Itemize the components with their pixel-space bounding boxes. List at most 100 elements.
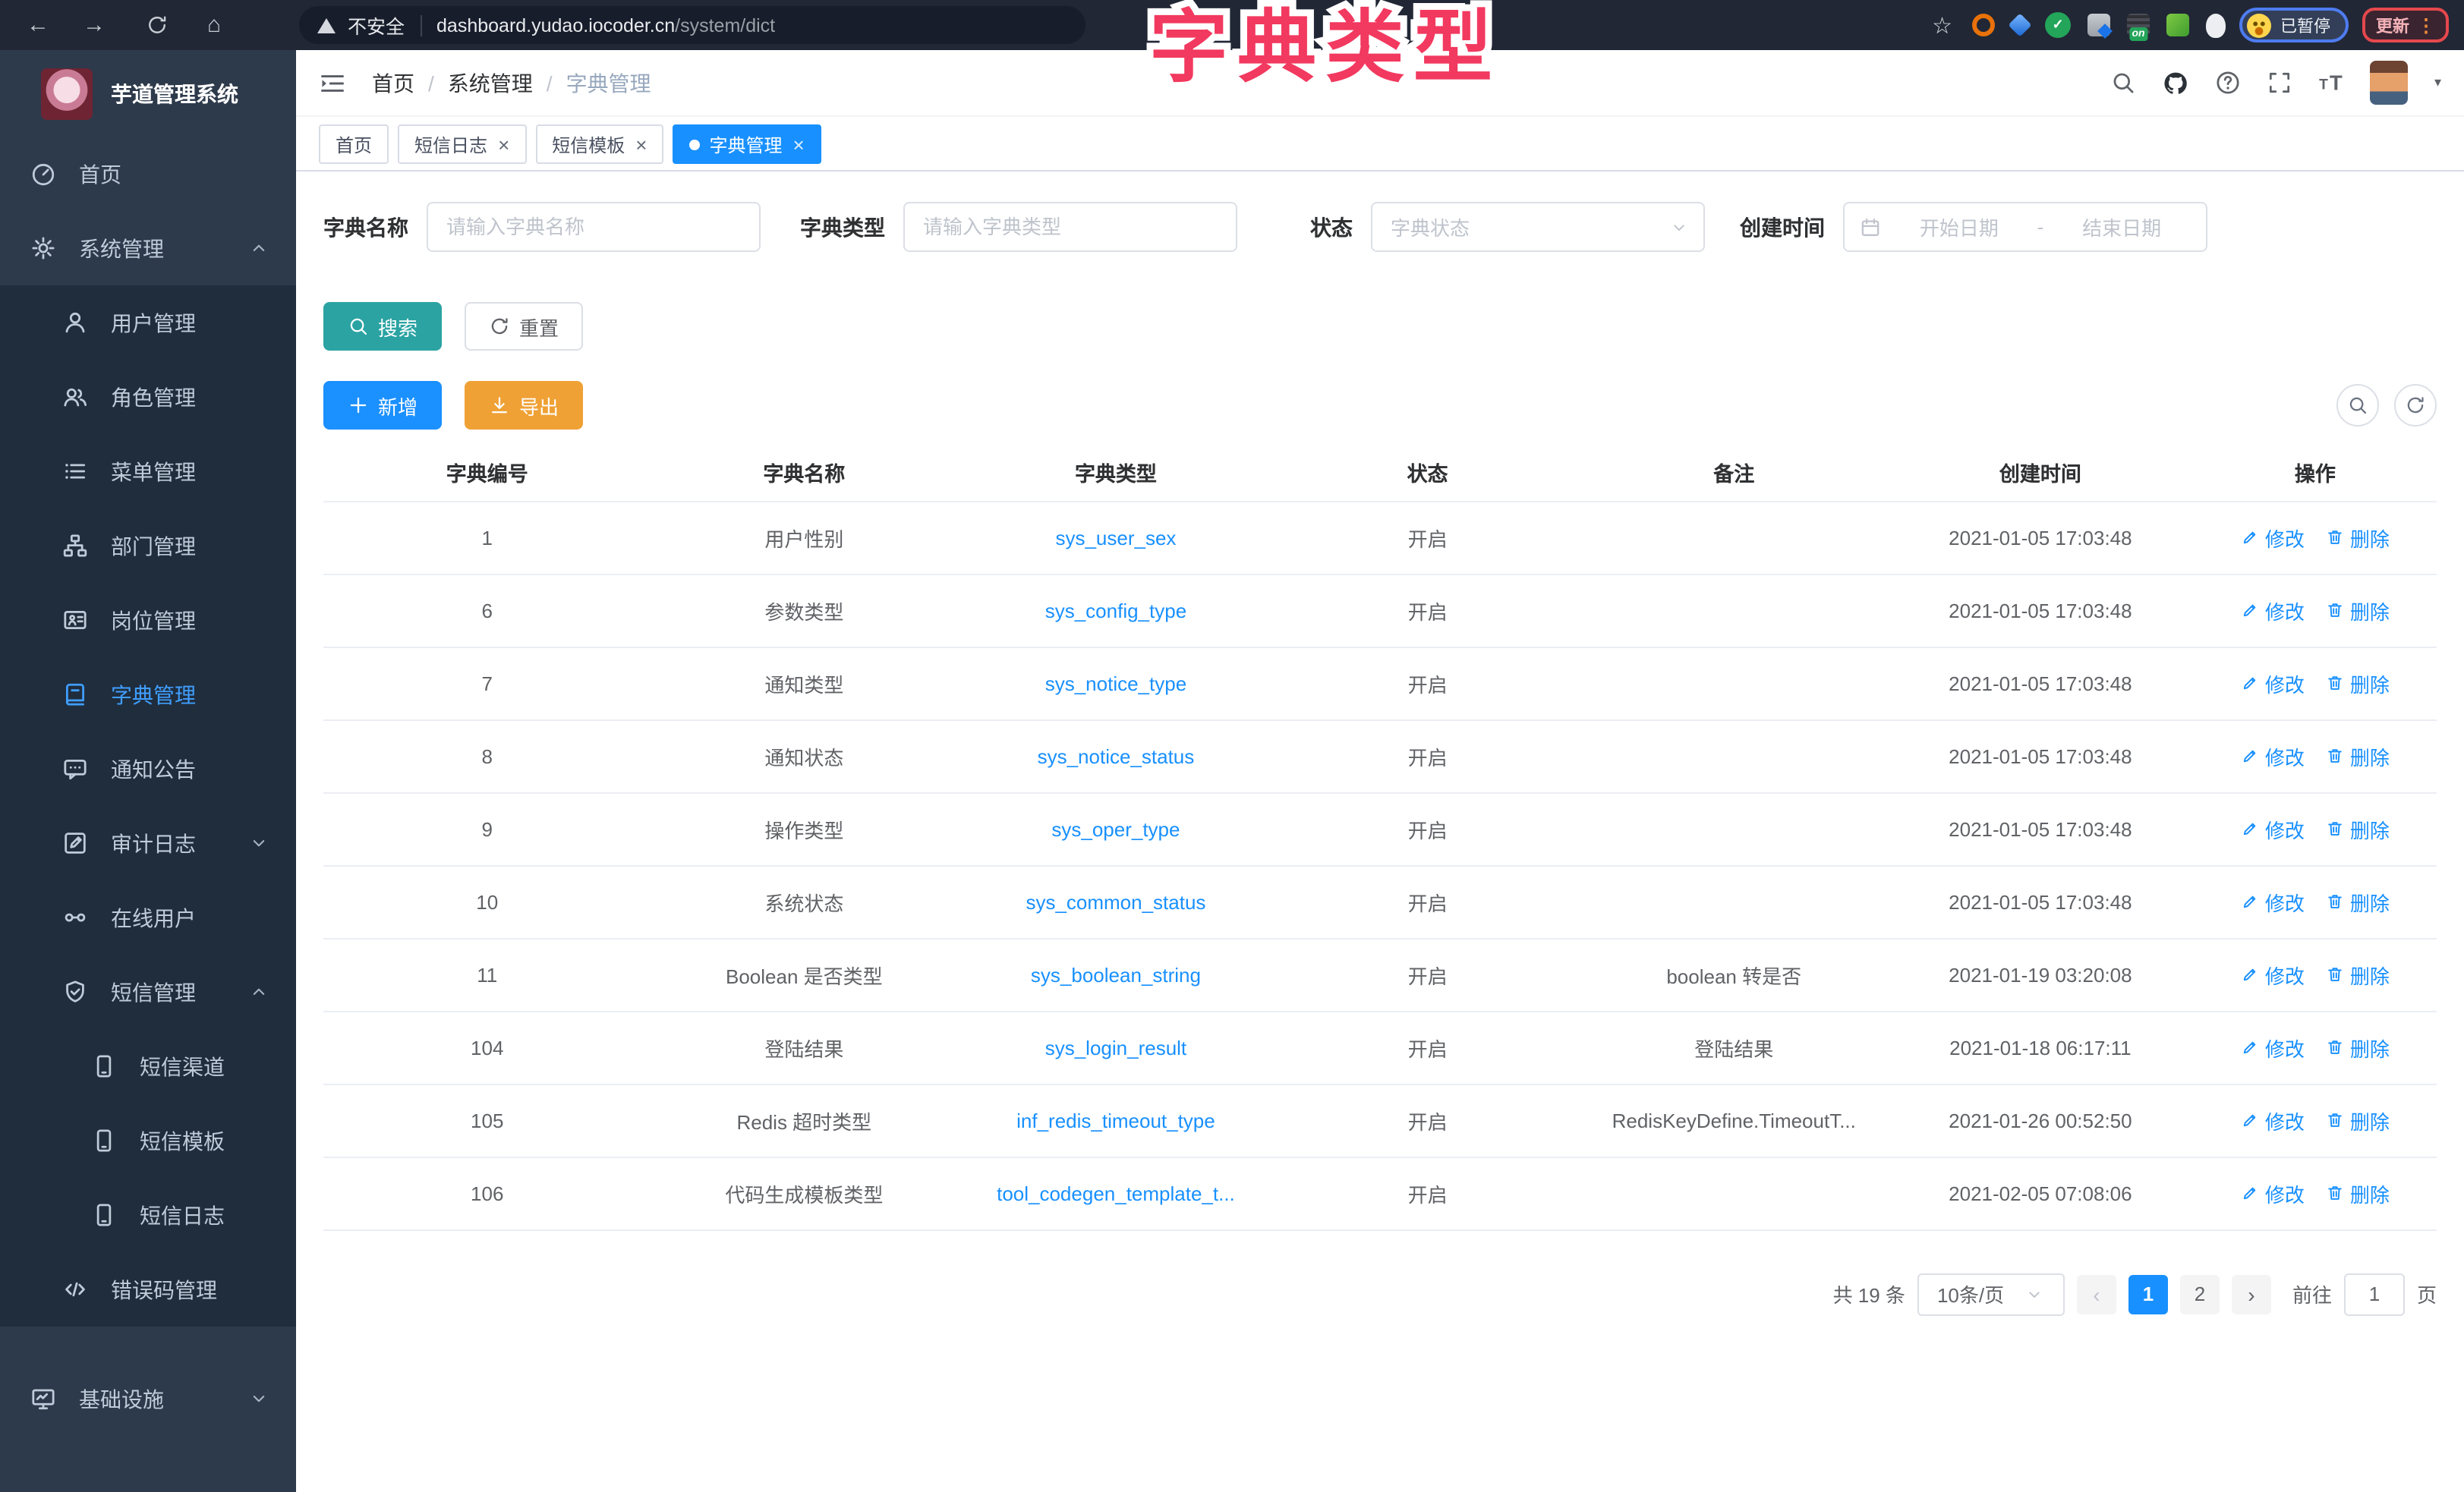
- edit-link[interactable]: 修改: [2241, 814, 2305, 843]
- sidebar-item-gear[interactable]: 系统管理: [0, 211, 296, 285]
- tab-2[interactable]: 短信模板×: [535, 124, 663, 164]
- sidebar-item-code[interactable]: 错误码管理: [0, 1252, 296, 1327]
- table-refresh-button[interactable]: [2394, 384, 2437, 427]
- delete-link[interactable]: 删除: [2326, 523, 2390, 552]
- edit-link[interactable]: 修改: [2241, 523, 2305, 552]
- dict-name-input[interactable]: [427, 202, 761, 252]
- delete-link[interactable]: 删除: [2326, 814, 2390, 843]
- add-button[interactable]: 新增: [323, 381, 442, 430]
- dict-type-link[interactable]: sys_login_result: [1045, 1036, 1186, 1059]
- sidebar-item-tree[interactable]: 部门管理: [0, 508, 296, 583]
- forward-icon[interactable]: →: [76, 0, 112, 50]
- dict-type-link[interactable]: sys_user_sex: [1055, 526, 1176, 549]
- font-size-icon[interactable]: TT: [2319, 70, 2345, 96]
- sidebar-item-phone[interactable]: 短信渠道: [0, 1029, 296, 1103]
- prev-page-button[interactable]: ‹: [2077, 1274, 2116, 1314]
- sidebar-item-users[interactable]: 角色管理: [0, 360, 296, 434]
- column-header: 创建时间: [1887, 443, 2194, 501]
- github-icon[interactable]: [2163, 69, 2190, 96]
- edit-link[interactable]: 修改: [2241, 1106, 2305, 1135]
- tab-0[interactable]: 首页: [319, 124, 389, 164]
- breadcrumb-system[interactable]: 系统管理: [448, 68, 533, 98]
- sidebar-item-phone[interactable]: 短信日志: [0, 1178, 296, 1252]
- delete-link[interactable]: 删除: [2326, 887, 2390, 916]
- dict-type-link[interactable]: sys_config_type: [1045, 599, 1186, 622]
- reload-icon[interactable]: [146, 14, 169, 36]
- update-button[interactable]: 更新 ⋮: [2362, 8, 2449, 42]
- close-icon[interactable]: ×: [635, 133, 647, 156]
- tab-3[interactable]: 字典管理×: [673, 124, 821, 164]
- sidebar-item-user[interactable]: 用户管理: [0, 285, 296, 360]
- edit-link[interactable]: 修改: [2241, 960, 2305, 989]
- ext-green-check-icon[interactable]: ✓: [2045, 12, 2071, 38]
- goto-input[interactable]: [2344, 1273, 2405, 1315]
- close-icon[interactable]: ×: [498, 133, 509, 156]
- edit-link[interactable]: 修改: [2241, 669, 2305, 697]
- ext-white-ghost-icon[interactable]: [2206, 13, 2226, 37]
- ext-on-badge-icon[interactable]: on: [2127, 14, 2150, 36]
- search-button[interactable]: 搜索: [323, 302, 442, 351]
- edit-link[interactable]: 修改: [2241, 887, 2305, 916]
- sidebar-item-shield[interactable]: 短信管理: [0, 955, 296, 1029]
- help-icon[interactable]: [2216, 70, 2242, 96]
- sidebar-item-dict[interactable]: 字典管理: [0, 657, 296, 732]
- edit-link[interactable]: 修改: [2241, 741, 2305, 770]
- sidebar-item-phone[interactable]: 短信模板: [0, 1103, 296, 1178]
- status-select[interactable]: 字典状态: [1371, 202, 1705, 252]
- user-avatar[interactable]: [2371, 61, 2409, 105]
- delete-link[interactable]: 删除: [2326, 741, 2390, 770]
- edit-link[interactable]: 修改: [2241, 596, 2305, 625]
- profile-paused-pill[interactable]: 已暂停: [2239, 8, 2349, 42]
- ext-orange-ring-icon[interactable]: [1972, 14, 1995, 36]
- sidebar-item-menu[interactable]: 菜单管理: [0, 434, 296, 508]
- dict-type-link[interactable]: sys_notice_status: [1038, 744, 1195, 767]
- back-icon[interactable]: ←: [20, 0, 56, 50]
- sidebar-item-message[interactable]: 通知公告: [0, 732, 296, 806]
- delete-link[interactable]: 删除: [2326, 960, 2390, 989]
- reset-button[interactable]: 重置: [465, 302, 583, 351]
- sidebar-item-audit[interactable]: 审计日志: [0, 806, 296, 880]
- tab-1[interactable]: 短信日志×: [398, 124, 526, 164]
- page-button-2[interactable]: 2: [2180, 1274, 2220, 1314]
- chevron-down-icon[interactable]: ▾: [2434, 74, 2441, 91]
- edit-link[interactable]: 修改: [2241, 1179, 2305, 1207]
- page-button-1[interactable]: 1: [2128, 1274, 2168, 1314]
- dict-type-link[interactable]: sys_boolean_string: [1031, 963, 1201, 986]
- home-icon[interactable]: ⌂: [196, 0, 232, 50]
- delete-link[interactable]: 删除: [2326, 596, 2390, 625]
- fullscreen-icon[interactable]: [2267, 70, 2293, 96]
- sidebar-item-monitor[interactable]: 基础设施: [0, 1361, 296, 1436]
- kebab-menu-icon[interactable]: ⋮: [2417, 14, 2435, 36]
- address-bar[interactable]: 不安全 dashboard.yudao.iocoder.cn/system/di…: [299, 6, 1085, 44]
- dict-type-input[interactable]: [903, 202, 1237, 252]
- collapse-menu-icon[interactable]: [319, 69, 346, 96]
- ext-grid-diamond-icon[interactable]: [2087, 14, 2110, 36]
- delete-link[interactable]: 删除: [2326, 669, 2390, 697]
- dict-type-link[interactable]: sys_oper_type: [1051, 817, 1180, 840]
- bookmark-star-icon[interactable]: ☆: [1932, 11, 1952, 39]
- sidebar-item-gauge[interactable]: 首页: [0, 137, 296, 211]
- ext-green-chip-icon[interactable]: [2166, 14, 2189, 36]
- delete-link[interactable]: 删除: [2326, 1106, 2390, 1135]
- dict-type-link[interactable]: tool_codegen_template_t...: [997, 1182, 1235, 1204]
- cell-dict-id: 1: [323, 501, 651, 574]
- dict-type-link[interactable]: sys_notice_type: [1045, 672, 1186, 694]
- delete-link[interactable]: 删除: [2326, 1179, 2390, 1207]
- page-size-select[interactable]: 10条/页: [1917, 1273, 2065, 1315]
- export-button[interactable]: 导出: [465, 381, 583, 430]
- edit-link[interactable]: 修改: [2241, 1033, 2305, 1062]
- search-icon[interactable]: [2111, 70, 2137, 96]
- ext-blue-gem-icon[interactable]: [2008, 13, 2031, 36]
- next-page-button[interactable]: ›: [2232, 1274, 2271, 1314]
- breadcrumb-home[interactable]: 首页: [372, 68, 414, 98]
- cell-dict-id: 9: [323, 792, 651, 865]
- delete-link[interactable]: 删除: [2326, 1033, 2390, 1062]
- dict-type-link[interactable]: sys_common_status: [1026, 890, 1205, 913]
- dict-type-link[interactable]: inf_redis_timeout_type: [1016, 1109, 1215, 1132]
- sidebar-item-link[interactable]: 在线用户: [0, 880, 296, 955]
- table-search-button[interactable]: [2336, 384, 2379, 427]
- sidebar-item-badge[interactable]: 岗位管理: [0, 583, 296, 657]
- cell-dict-name: 用户性别: [651, 501, 958, 574]
- close-icon[interactable]: ×: [793, 133, 805, 156]
- date-range-picker[interactable]: 开始日期 - 结束日期: [1843, 202, 2207, 252]
